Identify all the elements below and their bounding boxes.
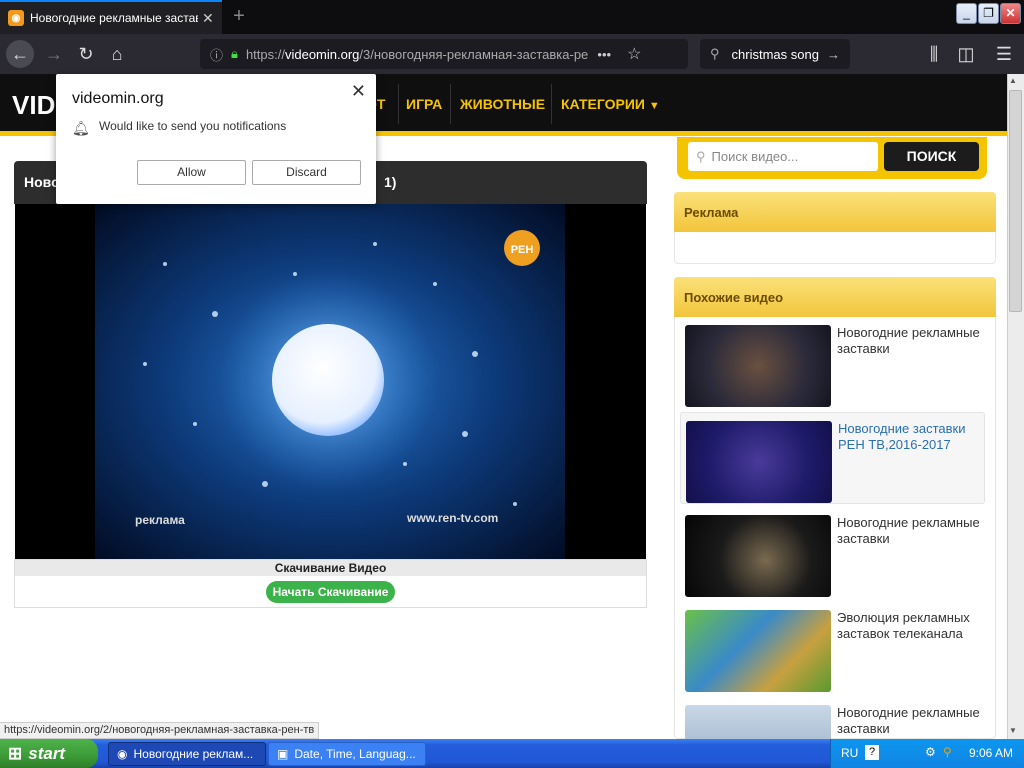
categories-label: КАТЕГОРИИ (561, 96, 645, 112)
related-video-item[interactable]: Новогодние рекламные заставки (680, 507, 985, 597)
minimize-button[interactable]: _ (956, 3, 977, 24)
menu-icon[interactable]: ☰ (990, 40, 1018, 68)
video-thumbnail[interactable] (686, 421, 832, 503)
page-actions-button[interactable]: ••• (597, 47, 611, 62)
taskbar-item-firefox[interactable]: ◉ Новогодние реклам... (108, 742, 266, 766)
start-label: start (28, 743, 66, 763)
related-video-item[interactable]: Эволюция рекламных заставок телеканала (680, 602, 985, 692)
taskbar-item-date-time[interactable]: ▣ Date, Time, Languag... (268, 742, 426, 766)
start-download-button[interactable]: Начать Скачивание (266, 581, 395, 603)
moon-shape (272, 324, 384, 436)
task-label: Date, Time, Languag... (294, 747, 416, 761)
scroll-up-icon[interactable]: ▲ (1009, 76, 1017, 85)
video-thumbnail[interactable] (685, 705, 831, 739)
url-prefix: https:// (245, 46, 285, 62)
video-search-input[interactable]: ⚲ Поиск видео... (688, 142, 878, 171)
notification-message: Would like to send you notifications (99, 119, 287, 133)
search-go-icon[interactable]: → (827, 47, 840, 62)
url-host: videomin.org (284, 46, 360, 62)
video-thumbnail[interactable] (685, 325, 831, 407)
caret-down-icon: ▼ (648, 100, 660, 112)
menu-item-animals[interactable]: ЖИВОТНЫЕ (460, 96, 545, 112)
task-label: Новогодние реклам... (133, 747, 254, 761)
video-overlay-ad: реклама (135, 513, 185, 527)
menu-item-games[interactable]: ИГРА (406, 96, 442, 112)
back-button[interactable]: ← (6, 40, 34, 68)
url-path: /3/новогодняя-рекламная-заставка-ре (359, 46, 589, 62)
help-icon[interactable]: ? (865, 745, 879, 760)
search-box[interactable]: ⚲ christmas song → (700, 39, 850, 69)
tab-title: Новогодние рекламные заставк (30, 11, 198, 25)
video-thumbnail[interactable] (685, 515, 831, 597)
video-thumbnail[interactable] (685, 610, 831, 692)
search-icon: ⚲ (710, 46, 720, 61)
language-indicator[interactable]: RU (841, 746, 858, 760)
related-video-title[interactable]: Эволюция рекламных заставок телеканала (837, 610, 982, 642)
close-window-button[interactable]: ✕ (1000, 3, 1021, 24)
video-frame: РЕН реклама www.ren-tv.com (95, 204, 565, 559)
related-video-title[interactable]: Новогодние рекламные заставки (837, 515, 982, 547)
related-heading: Похожие видео (674, 277, 996, 317)
search-icon: ⚲ (696, 148, 706, 164)
library-icon[interactable]: ⫼ (920, 40, 948, 68)
close-tab-icon[interactable]: ✕ (202, 10, 214, 27)
related-video-item[interactable]: Новогодние рекламные заставки (680, 317, 985, 407)
network-icon[interactable]: ⚙ (925, 745, 936, 759)
search-query: christmas song (731, 46, 819, 62)
related-video-item[interactable]: Новогодние заставки РЕН ТВ,2016-2017 (680, 412, 985, 504)
notification-popup: videomin.org ✕ 🔔︎ Would like to send you… (56, 74, 376, 204)
allow-button[interactable]: Allow (137, 160, 246, 185)
start-button[interactable]: ⊞ start (0, 739, 98, 768)
scrollbar-thumb[interactable] (1009, 90, 1022, 312)
close-icon[interactable]: ✕ (351, 81, 366, 102)
video-overlay-url: www.ren-tv.com (406, 511, 498, 525)
notification-site: videomin.org (72, 90, 164, 107)
menu-item-categories[interactable]: КАТЕГОРИИ ▼ (561, 96, 660, 112)
scroll-down-icon[interactable]: ▼ (1009, 726, 1017, 735)
download-title: Скачивание Видео (15, 560, 646, 576)
discard-button[interactable]: Discard (252, 160, 361, 185)
new-tab-button[interactable]: + (226, 5, 252, 29)
lock-icon: 🔒︎ (231, 46, 238, 61)
menu-divider (551, 84, 552, 124)
firefox-icon: ◉ (117, 747, 128, 761)
forward-button[interactable]: → (40, 40, 68, 68)
ad-heading: Реклама (674, 192, 996, 232)
browser-tab[interactable]: ◉ Новогодние рекламные заставк ✕ (0, 0, 222, 34)
reload-button[interactable]: ↻ (72, 40, 100, 68)
sidebar-icon[interactable]: ◫ (952, 40, 980, 68)
info-icon[interactable]: ⓘ (210, 45, 223, 64)
related-video-title[interactable]: Новогодние рекламные заставки (837, 705, 982, 737)
related-video-title[interactable]: Новогодние заставки РЕН ТВ,2016-2017 (838, 421, 983, 453)
search-placeholder: Поиск видео... (711, 149, 799, 164)
clock[interactable]: 9:06 AM (969, 746, 1013, 760)
settings-icon: ▣ (277, 747, 289, 761)
video-player[interactable]: РЕН реклама www.ren-tv.com (15, 204, 646, 559)
site-favicon-icon: ◉ (8, 10, 24, 26)
bookmark-star-icon[interactable]: ☆ (627, 44, 641, 64)
status-link: https://videomin.org/2/новогодняя-реклам… (0, 722, 320, 739)
restore-button[interactable]: ❐ (978, 3, 999, 24)
player-title: Ново (24, 174, 60, 190)
address-bar[interactable]: ⓘ 🔒︎ https:// videomin.org /3/новогодняя… (200, 39, 688, 69)
menu-divider (398, 84, 399, 124)
bell-icon: 🔔︎ (72, 120, 90, 136)
related-video-title[interactable]: Новогодние рекламные заставки (837, 325, 982, 357)
player-title-tail: 1) (384, 174, 397, 190)
related-video-item[interactable]: Новогодние рекламные заставки (680, 697, 985, 739)
windows-logo-icon: ⊞ (8, 743, 23, 763)
home-button[interactable]: ⌂ (103, 40, 131, 68)
system-tray: RU ? ⚙ ⚲ 9:06 AM (830, 739, 1024, 768)
menu-divider (450, 84, 451, 124)
ren-logo-text: РЕН (511, 244, 534, 256)
search-tray-icon[interactable]: ⚲ (943, 745, 952, 759)
search-button[interactable]: ПОИСК (884, 142, 979, 171)
